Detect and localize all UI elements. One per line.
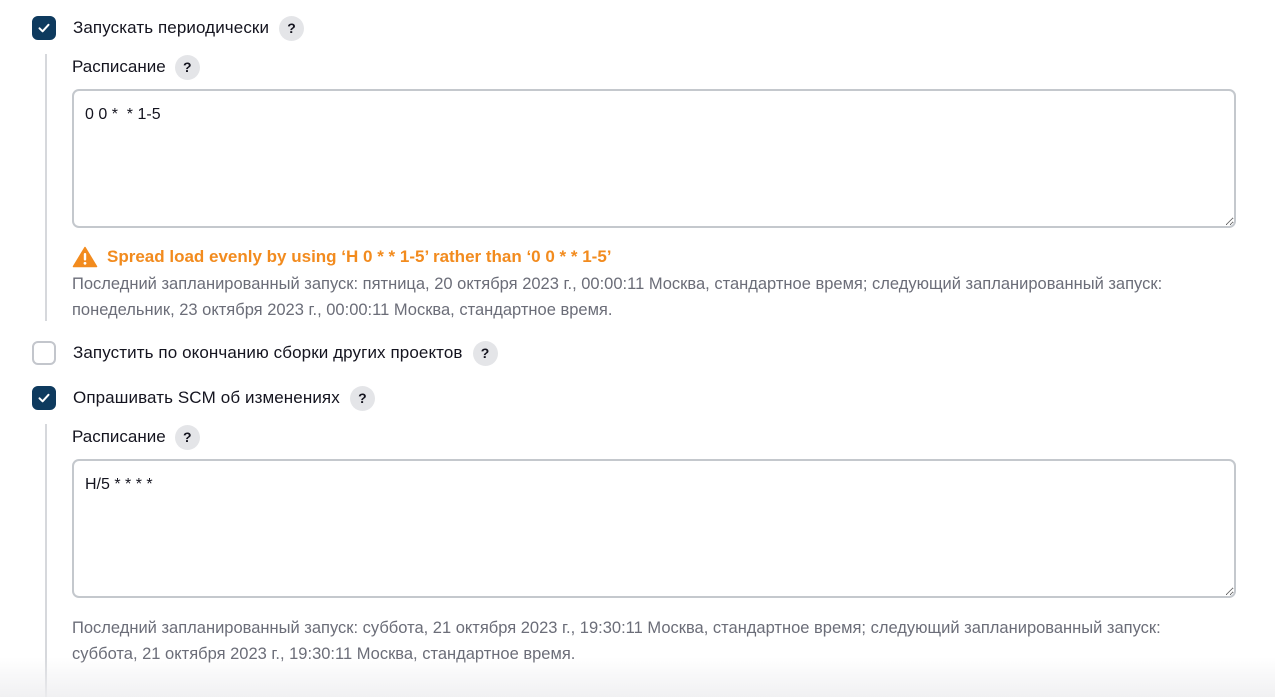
- periodic-build-row: Запускать периодически ?: [32, 14, 305, 42]
- build-after-other-label[interactable]: Запустить по окончанию сборки других про…: [73, 343, 463, 363]
- build-triggers-section: Запускать периодически ? Расписание ? Sp…: [0, 0, 1275, 697]
- build-after-other-row: Запустить по окончанию сборки других про…: [32, 339, 498, 367]
- poll-scm-schedule-label: Расписание: [72, 427, 166, 446]
- periodic-schedule-label-row: Расписание ?: [72, 53, 200, 81]
- poll-scm-checkbox[interactable]: [32, 386, 56, 410]
- poll-scm-row: Опрашивать SCM об изменениях ?: [32, 384, 375, 412]
- info-line: понедельник, 23 октября 2023 г., 00:00:1…: [72, 301, 613, 319]
- help-icon[interactable]: ?: [174, 54, 200, 80]
- check-icon: [38, 23, 50, 33]
- bottom-shadow: [0, 657, 1275, 697]
- help-icon[interactable]: ?: [279, 15, 305, 41]
- periodic-schedule-label: Расписание: [72, 57, 166, 76]
- warning-text: Spread load evenly by using ‘H 0 * * 1-5…: [107, 247, 612, 266]
- periodic-schedule-warning: Spread load evenly by using ‘H 0 * * 1-5…: [72, 245, 612, 269]
- help-icon[interactable]: ?: [174, 424, 200, 450]
- info-line: Последний запланированный запуск: пятниц…: [72, 275, 1163, 293]
- info-line: Последний запланированный запуск: суббот…: [72, 619, 1161, 637]
- periodic-build-label[interactable]: Запускать периодически: [73, 18, 269, 38]
- poll-scm-schedule-label-row: Расписание ?: [72, 423, 200, 451]
- periodic-build-checkbox[interactable]: [32, 16, 56, 40]
- poll-scm-label[interactable]: Опрашивать SCM об изменениях: [73, 388, 340, 408]
- warning-triangle-icon: [72, 246, 98, 268]
- periodic-section-divider: [45, 54, 47, 321]
- help-icon[interactable]: ?: [472, 340, 498, 366]
- check-icon: [38, 393, 50, 403]
- periodic-schedule-info: Последний запланированный запуск: пятниц…: [72, 271, 1242, 323]
- poll-scm-schedule-input[interactable]: [72, 459, 1236, 598]
- help-icon[interactable]: ?: [349, 385, 375, 411]
- periodic-schedule-input[interactable]: [72, 89, 1236, 228]
- build-after-other-checkbox[interactable]: [32, 341, 56, 365]
